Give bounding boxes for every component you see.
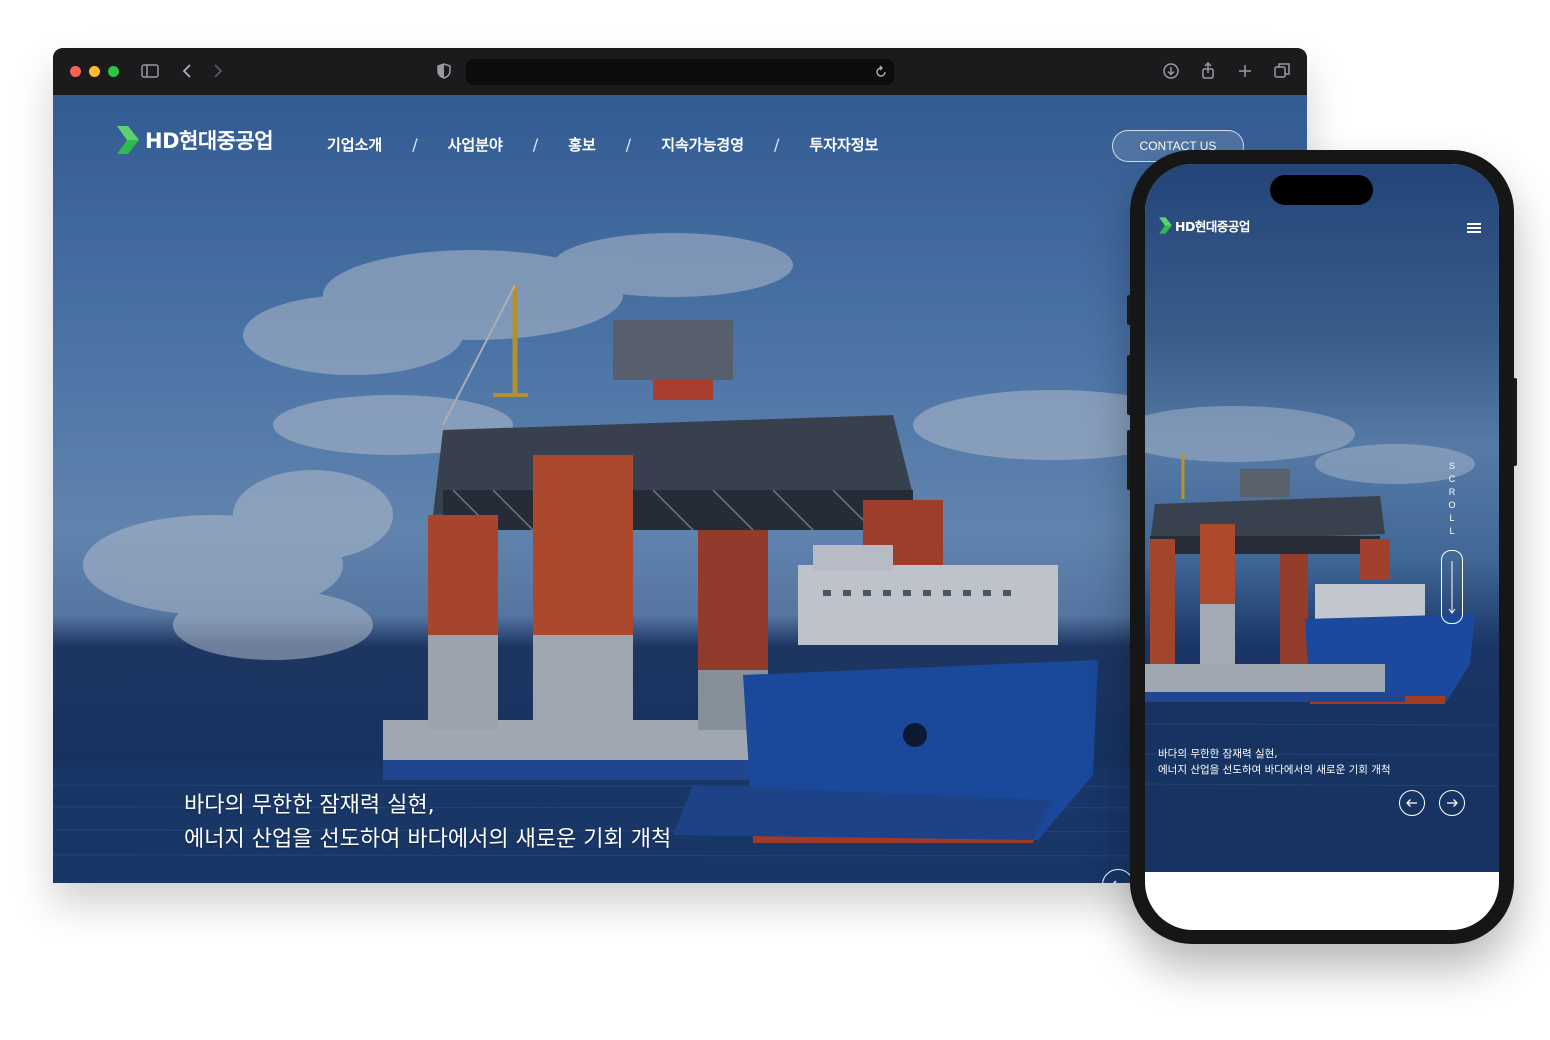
minimize-window-button[interactable] [89,66,100,77]
nav-item-sustainability[interactable]: 지속가능경영 [661,134,744,155]
arrow-right-icon [1447,799,1458,807]
browser-toolbar [53,48,1307,96]
sidebar-icon[interactable] [139,60,161,82]
hero-section: HD현대중공업 기업소개 / 사업분야 / 홍보 / 지속가능경영 / 투자자정… [53,95,1307,883]
nav-item-company[interactable]: 기업소개 [327,134,382,155]
nav-item-business[interactable]: 사업분야 [448,134,503,155]
maximize-window-button[interactable] [108,66,119,77]
mobile-prev-button[interactable] [1399,790,1425,816]
logo-text: HD현대중공업 [145,129,274,153]
phone-screen: HD현대중공업 SCROLL 바다의 무한한 잠재력 실현, 에너지 산업을 선… [1145,164,1499,930]
address-bar[interactable] [466,59,894,85]
hero-line-1: 바다의 무한한 잠재력 실현, [184,793,435,818]
share-icon[interactable] [1197,60,1219,82]
dynamic-island [1270,175,1373,205]
hamburger-menu-icon[interactable] [1467,222,1483,236]
mobile-next-button[interactable] [1439,790,1465,816]
nav-item-investor[interactable]: 투자자정보 [809,134,878,155]
forward-icon[interactable] [206,60,228,82]
phone-mute-switch [1127,295,1131,325]
mobile-hero-line-2: 에너지 산업을 선도하여 바다에서의 새로운 기회 개척 [1158,764,1391,776]
nav-separator: / [412,135,418,154]
nav-separator: / [774,135,780,154]
close-window-button[interactable] [70,66,81,77]
mobile-hero-line-1: 바다의 무한한 잠재력 실현, [1158,748,1278,760]
hero-overlay [53,95,1307,883]
phone-volume-down [1127,430,1131,490]
hd-logo-icon [1159,217,1172,234]
tab-overview-icon[interactable] [1271,60,1293,82]
hd-logo-icon [117,126,139,154]
back-icon[interactable] [177,60,199,82]
main-navigation: 기업소개 / 사업분야 / 홍보 / 지속가능경영 / 투자자정보 [327,134,878,155]
mobile-logo-text: HD현대중공업 [1175,219,1250,234]
new-tab-icon[interactable] [1234,60,1256,82]
nav-item-pr[interactable]: 홍보 [568,134,596,155]
download-icon[interactable] [1160,60,1182,82]
mobile-hero-section: HD현대중공업 SCROLL 바다의 무한한 잠재력 실현, 에너지 산업을 선… [1145,164,1499,872]
reload-icon[interactable] [873,64,889,80]
mobile-phone-mockup: HD현대중공업 SCROLL 바다의 무한한 잠재력 실현, 에너지 산업을 선… [1127,150,1517,944]
site-logo[interactable]: HD현대중공업 [115,124,274,156]
arrow-left-icon [1112,880,1117,883]
phone-power-button [1513,378,1517,466]
phone-volume-up [1127,355,1131,415]
mobile-site-logo[interactable]: HD현대중공업 [1158,216,1250,235]
nav-separator: / [532,135,539,154]
hero-line-2: 에너지 산업을 선도하여 바다에서의 새로운 기회 개척 [184,827,672,852]
shield-icon[interactable] [433,60,455,82]
mobile-hero-headline: 바다의 무한한 잠재력 실현, 에너지 산업을 선도하여 바다에서의 새로운 기… [1158,746,1391,778]
hero-headline: 바다의 무한한 잠재력 실현, 에너지 산업을 선도하여 바다에서의 새로운 기… [184,789,671,857]
arrow-left-icon [1406,799,1417,807]
arrow-down-icon [1448,561,1456,614]
desktop-browser-window: HD현대중공업 기업소개 / 사업분야 / 홍보 / 지속가능경영 / 투자자정… [53,48,1307,883]
nav-separator: / [625,135,632,154]
scroll-label: SCROLL [1448,461,1456,536]
scroll-indicator[interactable] [1441,550,1463,624]
